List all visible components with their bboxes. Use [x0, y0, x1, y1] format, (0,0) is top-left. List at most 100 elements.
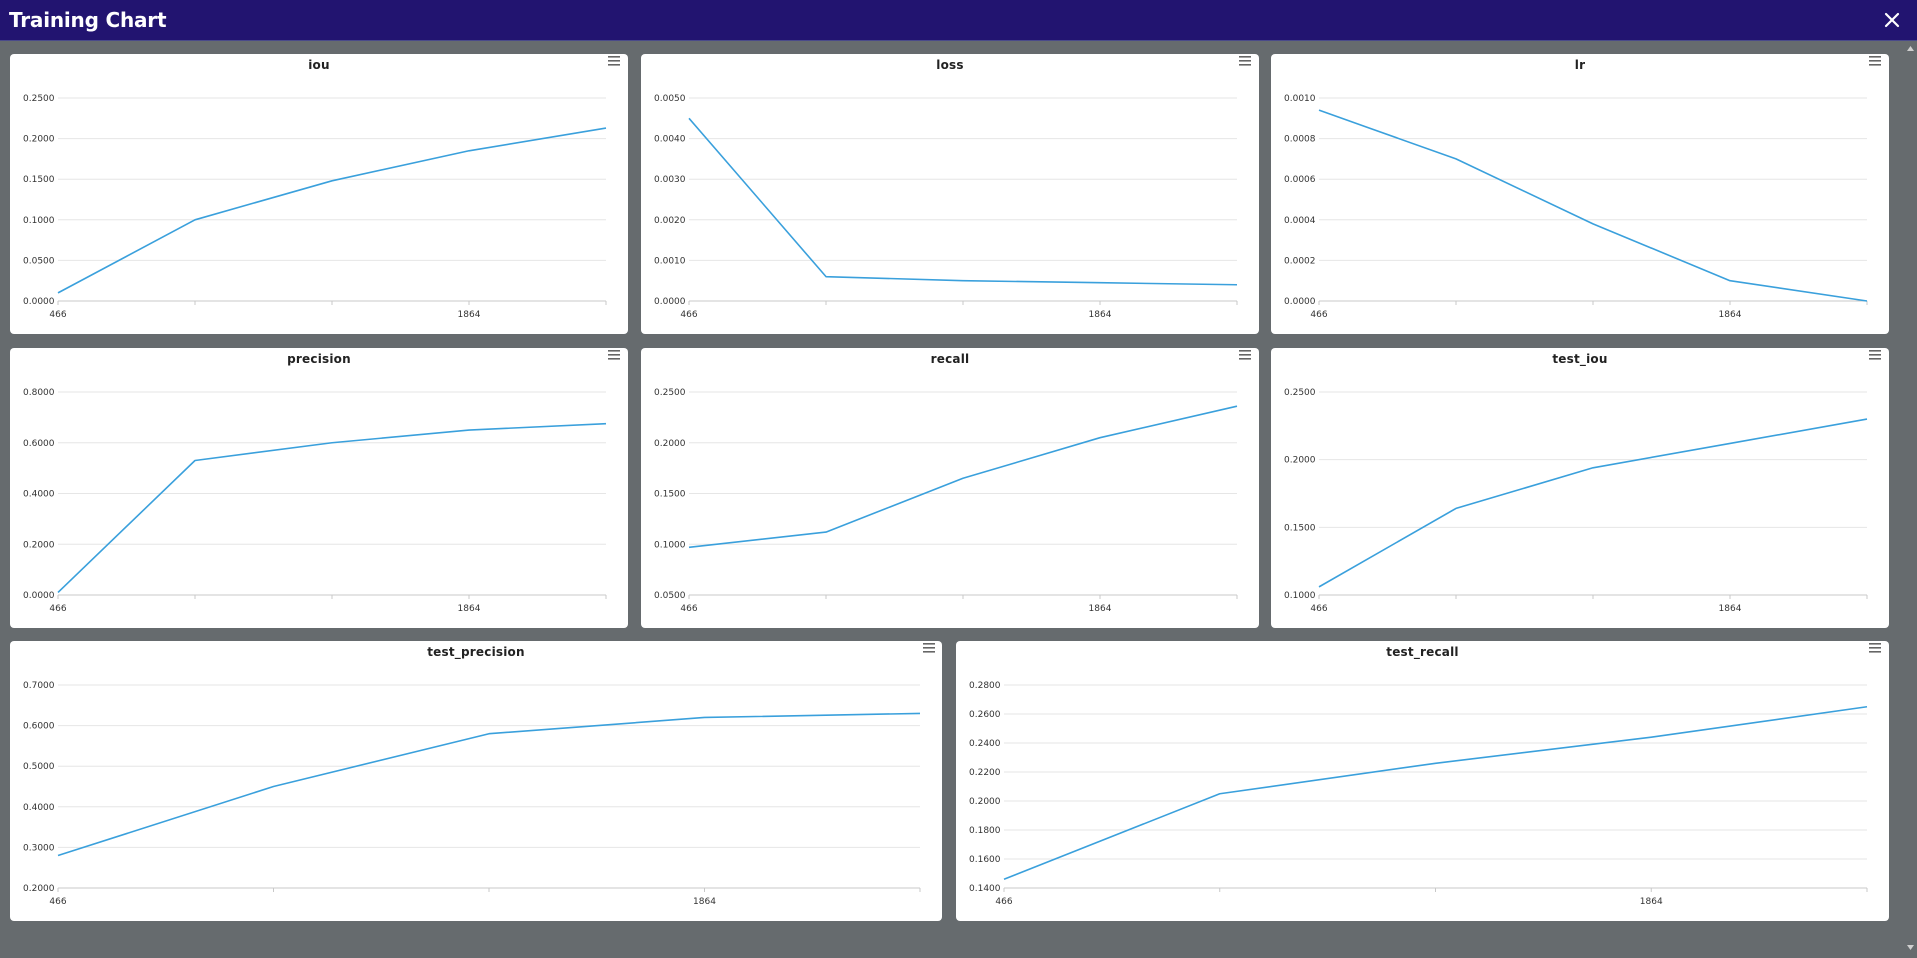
y-tick-label: 0.1500	[1284, 523, 1316, 533]
y-tick-label: 0.0050	[654, 94, 686, 104]
y-tick-label: 0.1600	[969, 855, 1001, 865]
title-bar: Training Chart	[0, 0, 1917, 41]
data-point	[1591, 222, 1595, 226]
x-tick-label: 1864	[1640, 897, 1663, 907]
line-chart-test-precision: 0.2000 0.3000 0.4000 0.5000 0.6000 0.7000 466 1…	[23, 681, 922, 907]
data-point	[1454, 506, 1458, 510]
data-point	[687, 116, 691, 120]
chart-panel-test-recall: test_recall 0.1400 0.1600 0.1800 0.2000 0.22…	[956, 641, 1889, 921]
y-tick-label: 0.2500	[654, 388, 686, 398]
data-point	[467, 428, 471, 432]
y-tick-label: 0.4000	[23, 490, 55, 500]
y-tick-label: 0.2200	[969, 768, 1001, 778]
x-tick-label: 466	[680, 310, 697, 320]
data-point	[1317, 108, 1321, 112]
y-tick-label: 0.0002	[1284, 256, 1316, 266]
chevron-down-icon	[1907, 945, 1914, 950]
data-point	[1098, 436, 1102, 440]
y-tick-label: 0.0000	[654, 297, 686, 307]
data-point	[56, 590, 60, 594]
data-point	[193, 218, 197, 222]
series-line	[1003, 705, 1868, 881]
chart-panel-iou: iou 0.0000 0.0500 0.1000 0.1500 0.2000 0.2500…	[10, 54, 628, 334]
y-tick-label: 0.0000	[23, 591, 55, 601]
y-tick-label: 0.1000	[1284, 591, 1316, 601]
y-tick-label: 0.2800	[969, 681, 1001, 691]
data-point	[1591, 466, 1595, 470]
x-tick-label: 466	[49, 310, 66, 320]
x-tick-label: 466	[49, 897, 66, 907]
data-point	[1434, 761, 1438, 765]
data-point	[272, 785, 276, 789]
chevron-up-icon	[1907, 46, 1914, 51]
line-chart-precision: 0.0000 0.2000 0.4000 0.6000 0.8000 466 1864	[23, 388, 608, 614]
vertical-scrollbar[interactable]	[1904, 42, 1917, 952]
data-point	[1865, 299, 1869, 303]
y-tick-label: 0.2000	[23, 135, 55, 145]
data-point	[1649, 735, 1653, 739]
data-point	[330, 179, 334, 183]
y-tick-label: 0.1000	[23, 216, 55, 226]
chart-panel-recall: recall 0.0500 0.1000 0.1500 0.2000 0.2500 466…	[641, 348, 1259, 628]
x-tick-label: 1864	[693, 897, 716, 907]
data-point	[824, 530, 828, 534]
y-tick-label: 0.2000	[654, 439, 686, 449]
line-chart-test-recall: 0.1400 0.1600 0.1800 0.2000 0.2200 0.2400 0.26…	[969, 681, 1869, 907]
data-point	[1865, 417, 1869, 421]
series-line	[57, 422, 607, 594]
data-point	[1235, 283, 1239, 287]
x-tick-label: 466	[1310, 310, 1327, 320]
y-tick-label: 0.0004	[1284, 216, 1316, 226]
data-point	[961, 279, 965, 283]
line-chart-recall: 0.0500 0.1000 0.1500 0.2000 0.2500 466 1864	[654, 388, 1239, 614]
y-tick-label: 0.2000	[1284, 456, 1316, 466]
x-tick-label: 466	[49, 604, 66, 614]
data-point	[918, 711, 922, 715]
x-tick-label: 466	[995, 897, 1012, 907]
y-tick-label: 0.0008	[1284, 135, 1316, 145]
data-point	[1728, 441, 1732, 445]
y-tick-label: 0.1800	[969, 826, 1001, 836]
y-tick-label: 0.1500	[23, 175, 55, 185]
line-chart-lr: 0.0000 0.0002 0.0004 0.0006 0.0008 0.0010 466 1…	[1284, 94, 1869, 320]
line-chart-iou: 0.0000 0.0500 0.1000 0.1500 0.2000 0.2500 466 1…	[23, 94, 608, 320]
y-tick-label: 0.0010	[654, 256, 686, 266]
y-tick-label: 0.2500	[1284, 388, 1316, 398]
data-point	[1728, 279, 1732, 283]
x-tick-label: 1864	[1089, 310, 1112, 320]
window-title: Training Chart	[9, 8, 167, 32]
y-tick-label: 0.2500	[23, 94, 55, 104]
y-tick-label: 0.0006	[1284, 175, 1316, 185]
chart-panel-test-iou: test_iou 0.1000 0.1500 0.2000 0.2500 466 1864	[1271, 348, 1889, 628]
y-tick-label: 0.0040	[654, 135, 686, 145]
y-tick-label: 0.0000	[1284, 297, 1316, 307]
data-point	[1218, 792, 1222, 796]
y-tick-label: 0.3000	[23, 843, 55, 853]
y-tick-label: 0.2000	[969, 797, 1001, 807]
data-point	[1865, 705, 1869, 709]
data-point	[1454, 157, 1458, 161]
scroll-down-button[interactable]	[1904, 940, 1917, 952]
data-point	[1317, 585, 1321, 589]
data-point	[604, 422, 608, 426]
data-point	[56, 291, 60, 295]
y-tick-label: 0.4000	[23, 803, 55, 813]
y-tick-label: 0.7000	[23, 681, 55, 691]
y-tick-label: 0.0500	[23, 256, 55, 266]
y-tick-label: 0.1400	[969, 884, 1001, 894]
chart-panel-test-precision: test_precision 0.2000 0.3000 0.4000 0.5000 0…	[10, 641, 942, 921]
x-tick-label: 1864	[458, 604, 481, 614]
data-point	[703, 715, 707, 719]
data-point	[1235, 404, 1239, 408]
scroll-up-button[interactable]	[1904, 42, 1917, 54]
y-tick-label: 0.2000	[23, 540, 55, 550]
x-tick-label: 1864	[1719, 310, 1742, 320]
close-button[interactable]	[1881, 9, 1903, 31]
x-tick-label: 1864	[1719, 604, 1742, 614]
data-point	[1098, 281, 1102, 285]
chart-panel-lr: lr 0.0000 0.0002 0.0004 0.0006 0.0008 0.0010 4…	[1271, 54, 1889, 334]
chart-panel-precision: precision 0.0000 0.2000 0.4000 0.6000 0.8000…	[10, 348, 628, 628]
line-chart-loss: 0.0000 0.0010 0.0020 0.0030 0.0040 0.0050 466 1…	[654, 94, 1239, 320]
data-point	[330, 441, 334, 445]
data-point	[604, 126, 608, 130]
